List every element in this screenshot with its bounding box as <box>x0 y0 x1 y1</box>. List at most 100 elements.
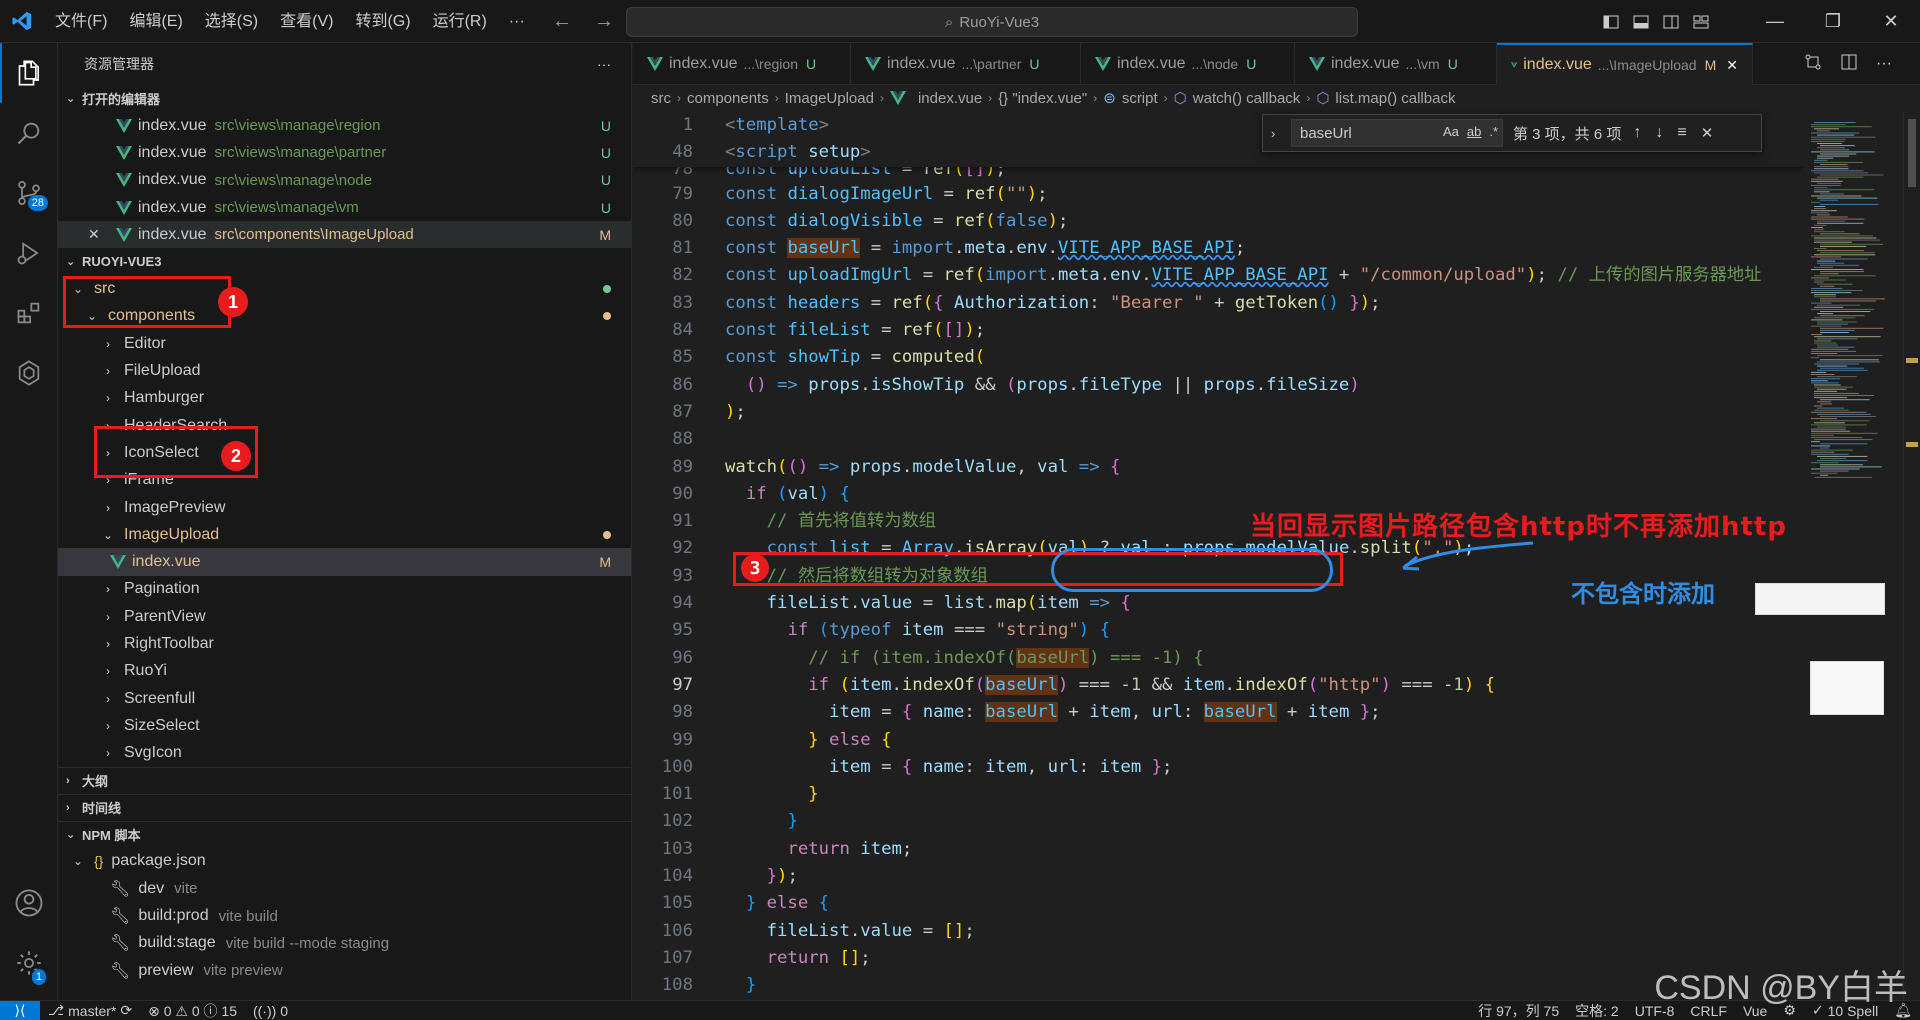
thumbnail-dialog-preview <box>1810 661 1884 715</box>
menu-go[interactable]: 转到(G) <box>344 0 421 43</box>
open-editor-item[interactable]: index.vue src\views\manage\vm U <box>58 194 631 221</box>
next-match-icon[interactable]: ↓ <box>1655 124 1663 142</box>
indentation[interactable]: 空格: 2 <box>1567 1001 1627 1020</box>
source-control-icon[interactable]: 28 <box>0 163 58 223</box>
explorer-icon[interactable] <box>0 43 58 103</box>
minimap-line <box>1811 124 1846 126</box>
open-editors-header[interactable]: ⌄ 打开的编辑器 <box>58 85 631 112</box>
menu-run[interactable]: 运行(R) <box>422 0 498 43</box>
tree-folder[interactable]: › ParentView <box>58 603 631 630</box>
close-editor-icon[interactable]: ✕ <box>88 226 116 243</box>
code-editor[interactable]: 1 <template> 48 <script setup> 78 const upl… <box>633 112 1803 1000</box>
menu-file[interactable]: 文件(F) <box>44 0 118 43</box>
breadcrumb-item[interactable]: {} "index.vue" <box>998 90 1087 107</box>
npm-scripts-header[interactable]: ⌄ NPM 脚本 <box>58 820 631 848</box>
close-find-icon[interactable]: ✕ <box>1701 124 1714 142</box>
extensions-icon[interactable] <box>0 283 58 343</box>
tree-folder[interactable]: › Hamburger <box>58 385 631 412</box>
tree-folder[interactable]: › FileUpload <box>58 357 631 384</box>
breadcrumb-item[interactable]: list.map() callback <box>1335 90 1455 107</box>
cursor-position[interactable]: 行 97，列 75 <box>1470 1001 1567 1020</box>
breadcrumb-item[interactable]: index.vue <box>918 90 982 107</box>
forward-arrow-icon[interactable]: → <box>594 10 614 33</box>
breadcrumb-item[interactable]: watch() callback <box>1193 90 1301 107</box>
tab-vm[interactable]: index.vue ...\vm U <box>1295 43 1497 85</box>
close-tab-icon[interactable]: ✕ <box>1726 57 1738 74</box>
menu-selection[interactable]: 选择(S) <box>194 0 269 43</box>
run-debug-icon[interactable] <box>0 223 58 283</box>
remote-explorer-icon[interactable] <box>0 343 58 403</box>
open-editor-item[interactable]: index.vue src\views\manage\node U <box>58 167 631 194</box>
customize-layout-icon[interactable] <box>1686 0 1716 43</box>
editor-more-icon[interactable]: ··· <box>1876 55 1892 73</box>
close-window-icon[interactable]: ✕ <box>1862 0 1920 43</box>
npm-package-json[interactable]: ⌄{} package.json <box>58 848 631 875</box>
tree-folder[interactable]: › RightToolbar <box>58 630 631 657</box>
npm-script-item[interactable]: 🔧︎ build:stage vite build --mode staging <box>58 930 631 957</box>
account-icon[interactable] <box>0 873 58 933</box>
minimap-line <box>1811 210 1837 212</box>
vertical-scrollbar[interactable] <box>1903 112 1920 1000</box>
previous-match-icon[interactable]: ↑ <box>1633 124 1641 142</box>
menu-view[interactable]: 查看(V) <box>269 0 344 43</box>
tree-folder[interactable]: › RuoYi <box>58 658 631 685</box>
timeline-header[interactable]: › 时间线 <box>58 793 631 821</box>
project-header[interactable]: ⌄ RUOYI-VUE3 <box>58 248 631 275</box>
tree-folder[interactable]: › SizeSelect <box>58 712 631 739</box>
tree-file-index-vue[interactable]: index.vue M <box>58 548 631 576</box>
toggle-replace-chevron-icon[interactable]: › <box>1271 126 1275 141</box>
use-regex-icon[interactable]: .* <box>1489 124 1498 139</box>
tree-folder[interactable]: › Screenfull <box>58 685 631 712</box>
tab-partner[interactable]: index.vue ...\partner U <box>851 43 1081 85</box>
breadcrumb-item[interactable]: ImageUpload <box>785 90 874 107</box>
tree-folder-imageupload[interactable]: ⌄ ImageUpload <box>58 521 631 548</box>
npm-script-item[interactable]: 🔧︎ dev vite <box>58 875 631 902</box>
toggle-primary-sidebar-icon[interactable] <box>1596 0 1626 43</box>
search-view-icon[interactable] <box>0 103 58 163</box>
ports-status[interactable]: ((·)) 0 <box>245 1003 296 1019</box>
match-case-icon[interactable]: Aa <box>1443 124 1459 139</box>
toggle-panel-icon[interactable] <box>1626 0 1656 43</box>
breadcrumb-item[interactable]: components <box>687 90 769 107</box>
minimap-line <box>1820 447 1829 449</box>
minimap-line <box>1814 476 1872 478</box>
branch-status[interactable]: ⎇ master* ⟳ <box>40 1002 140 1019</box>
toggle-secondary-sidebar-icon[interactable] <box>1656 0 1686 43</box>
minimap-line <box>1811 357 1820 359</box>
split-editor-icon[interactable] <box>1840 53 1858 75</box>
sidebar-more-icon[interactable]: ··· <box>597 56 611 72</box>
tab-region[interactable]: index.vue ...\region U <box>633 43 851 85</box>
minimap-line <box>1814 122 1856 123</box>
vue-file-icon <box>116 200 132 215</box>
remote-indicator-icon[interactable]: ⟩⟨ <box>0 1000 40 1020</box>
npm-script-item[interactable]: 🔧︎ build:prod vite build <box>58 902 631 929</box>
command-center-search[interactable]: ⌕ RuoYi-Vue3 <box>626 7 1358 37</box>
menu-more[interactable]: ··· <box>498 0 536 43</box>
open-editor-item[interactable]: index.vue src\views\manage\region U <box>58 112 631 139</box>
find-input[interactable]: baseUrl Aa ab .* <box>1291 119 1503 147</box>
tab-imageupload-active[interactable]: index.vue ...\ImageUpload M ✕ <box>1497 43 1753 85</box>
tree-folder[interactable]: › SvgIcon <box>58 740 631 767</box>
match-whole-word-icon[interactable]: ab <box>1467 124 1481 139</box>
chevron-right-icon: › <box>106 691 110 706</box>
code-line: 96 // if (item.indexOf(baseUrl) === -1) … <box>672 647 1204 668</box>
breadcrumb-item[interactable]: src <box>651 90 671 107</box>
find-in-selection-icon[interactable]: ≡ <box>1677 124 1686 142</box>
minimap-line <box>1817 346 1855 348</box>
problems-status[interactable]: ⊗ 0 ⚠ 0 ⓘ 15 <box>140 1001 245 1020</box>
tree-folder[interactable]: › Editor <box>58 330 631 357</box>
tree-folder[interactable]: › Pagination <box>58 576 631 603</box>
settings-gear-icon[interactable]: 1 <box>0 933 58 993</box>
menu-edit[interactable]: 编辑(E) <box>118 0 193 43</box>
outline-header[interactable]: › 大纲 <box>58 766 631 794</box>
tab-node[interactable]: index.vue ...\node U <box>1081 43 1295 85</box>
restore-icon[interactable]: ❐ <box>1804 0 1862 43</box>
open-editor-item-active[interactable]: ✕ index.vue src\components\ImageUpload M <box>58 221 631 249</box>
npm-script-item[interactable]: 🔧︎ preview vite preview <box>58 957 631 984</box>
back-arrow-icon[interactable]: ← <box>552 10 572 33</box>
tree-folder[interactable]: › ImagePreview <box>58 494 631 521</box>
open-editor-item[interactable]: index.vue src\views\manage\partner U <box>58 139 631 166</box>
open-changes-icon[interactable] <box>1804 53 1822 75</box>
minimize-icon[interactable]: — <box>1746 0 1804 43</box>
breadcrumb-item[interactable]: script <box>1122 90 1158 107</box>
